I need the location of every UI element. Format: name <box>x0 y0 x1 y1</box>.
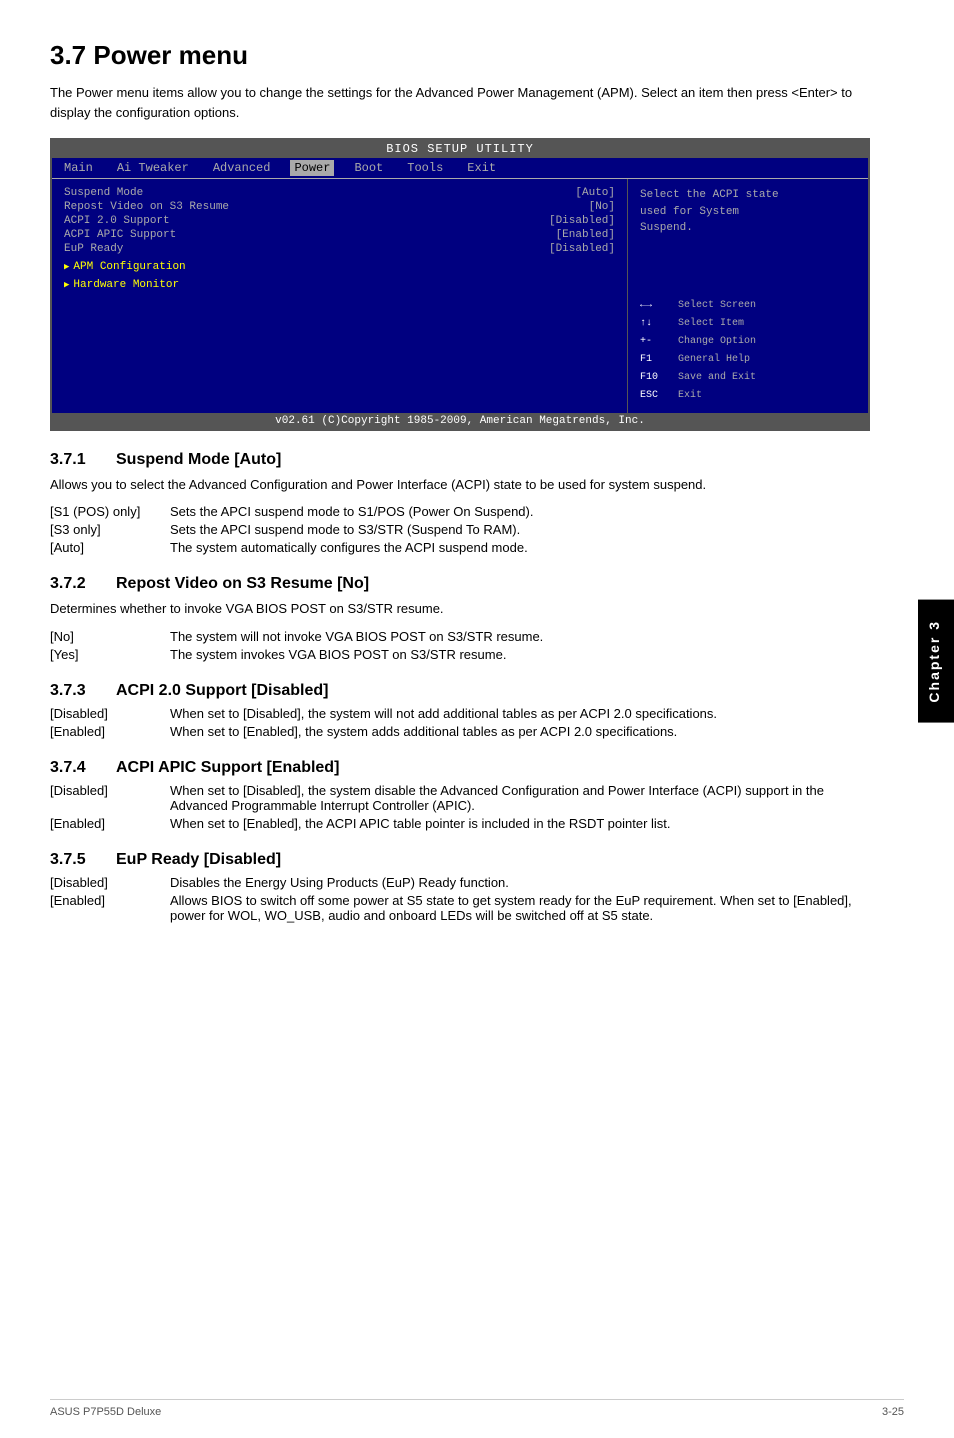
option-row: [Disabled] Disables the Energy Using Pro… <box>50 875 870 890</box>
option-row: [Disabled] When set to [Disabled], the s… <box>50 706 870 721</box>
option-table-375: [Disabled] Disables the Energy Using Pro… <box>50 875 870 923</box>
option-row: [Enabled] When set to [Enabled], the sys… <box>50 724 870 739</box>
footer-left: ASUS P7P55D Deluxe <box>50 1406 161 1418</box>
chapter-tab: Chapter 3 <box>918 600 954 723</box>
option-row: [Yes] The system invokes VGA BIOS POST o… <box>50 647 870 662</box>
section-body-371: Allows you to select the Advanced Config… <box>50 475 870 495</box>
section-title-375: EuP Ready [Disabled] <box>116 851 281 869</box>
bios-left-panel: Suspend Mode [Auto] Repost Video on S3 R… <box>52 179 628 413</box>
bios-item-acpi20[interactable]: ACPI 2.0 Support [Disabled] <box>64 215 615 227</box>
option-row: [Enabled] When set to [Enabled], the ACP… <box>50 816 870 831</box>
option-row: [No] The system will not invoke VGA BIOS… <box>50 629 870 644</box>
page-footer: ASUS P7P55D Deluxe 3-25 <box>50 1399 904 1418</box>
bios-menu-aitweaker[interactable]: Ai Tweaker <box>113 160 193 176</box>
option-table-371: [S1 (POS) only] Sets the APCI suspend mo… <box>50 504 870 555</box>
bios-content: Suspend Mode [Auto] Repost Video on S3 R… <box>52 179 868 413</box>
page-intro: The Power menu items allow you to change… <box>50 83 870 122</box>
bios-menu-tools[interactable]: Tools <box>403 160 447 176</box>
section-title-374: ACPI APIC Support [Enabled] <box>116 759 339 777</box>
section-number-371: 3.7.1 <box>50 451 100 469</box>
bios-help-text: Select the ACPI stateused for SystemSusp… <box>640 187 856 237</box>
section-title-371: Suspend Mode [Auto] <box>116 451 281 469</box>
bios-menu-exit[interactable]: Exit <box>463 160 500 176</box>
section-title-373: ACPI 2.0 Support [Disabled] <box>116 682 328 700</box>
bios-menu-power[interactable]: Power <box>290 160 334 176</box>
section-title-372: Repost Video on S3 Resume [No] <box>116 575 369 593</box>
bios-item-repost-video[interactable]: Repost Video on S3 Resume [No] <box>64 201 615 213</box>
bios-menu-advanced[interactable]: Advanced <box>209 160 275 176</box>
section-number-372: 3.7.2 <box>50 575 100 593</box>
section-number-373: 3.7.3 <box>50 682 100 700</box>
option-row: [Disabled] When set to [Disabled], the s… <box>50 783 870 813</box>
option-row: [Enabled] Allows BIOS to switch off some… <box>50 893 870 923</box>
section-372: 3.7.2 Repost Video on S3 Resume [No] Det… <box>50 575 904 662</box>
section-371: 3.7.1 Suspend Mode [Auto] Allows you to … <box>50 451 904 556</box>
option-row: [Auto] The system automatically configur… <box>50 540 870 555</box>
bios-ui-box: BIOS SETUP UTILITY Main Ai Tweaker Advan… <box>50 138 870 431</box>
bios-item-acpi-apic[interactable]: ACPI APIC Support [Enabled] <box>64 229 615 241</box>
bios-key-legend: ←→Select Screen ↑↓Select Item +-Change O… <box>640 297 856 405</box>
bios-submenu-apm[interactable]: APM Configuration <box>64 261 615 273</box>
footer-right: 3-25 <box>882 1406 904 1418</box>
option-table-372: [No] The system will not invoke VGA BIOS… <box>50 629 870 662</box>
section-374: 3.7.4 ACPI APIC Support [Enabled] [Disab… <box>50 759 904 831</box>
page-title: 3.7 Power menu <box>50 40 904 71</box>
section-number-375: 3.7.5 <box>50 851 100 869</box>
bios-title-bar: BIOS SETUP UTILITY <box>52 140 868 158</box>
option-table-373: [Disabled] When set to [Disabled], the s… <box>50 706 870 739</box>
option-row: [S1 (POS) only] Sets the APCI suspend mo… <box>50 504 870 519</box>
bios-submenu-hwmon[interactable]: Hardware Monitor <box>64 279 615 291</box>
section-body-372: Determines whether to invoke VGA BIOS PO… <box>50 599 870 619</box>
bios-item-eup[interactable]: EuP Ready [Disabled] <box>64 243 615 255</box>
bios-menu-bar: Main Ai Tweaker Advanced Power Boot Tool… <box>52 158 868 179</box>
bios-item-suspend-mode[interactable]: Suspend Mode [Auto] <box>64 187 615 199</box>
section-373: 3.7.3 ACPI 2.0 Support [Disabled] [Disab… <box>50 682 904 739</box>
bios-menu-boot[interactable]: Boot <box>350 160 387 176</box>
section-375: 3.7.5 EuP Ready [Disabled] [Disabled] Di… <box>50 851 904 923</box>
bios-footer: v02.61 (C)Copyright 1985-2009, American … <box>52 413 868 429</box>
bios-menu-main[interactable]: Main <box>60 160 97 176</box>
option-row: [S3 only] Sets the APCI suspend mode to … <box>50 522 870 537</box>
option-table-374: [Disabled] When set to [Disabled], the s… <box>50 783 870 831</box>
section-number-374: 3.7.4 <box>50 759 100 777</box>
bios-right-panel: Select the ACPI stateused for SystemSusp… <box>628 179 868 413</box>
